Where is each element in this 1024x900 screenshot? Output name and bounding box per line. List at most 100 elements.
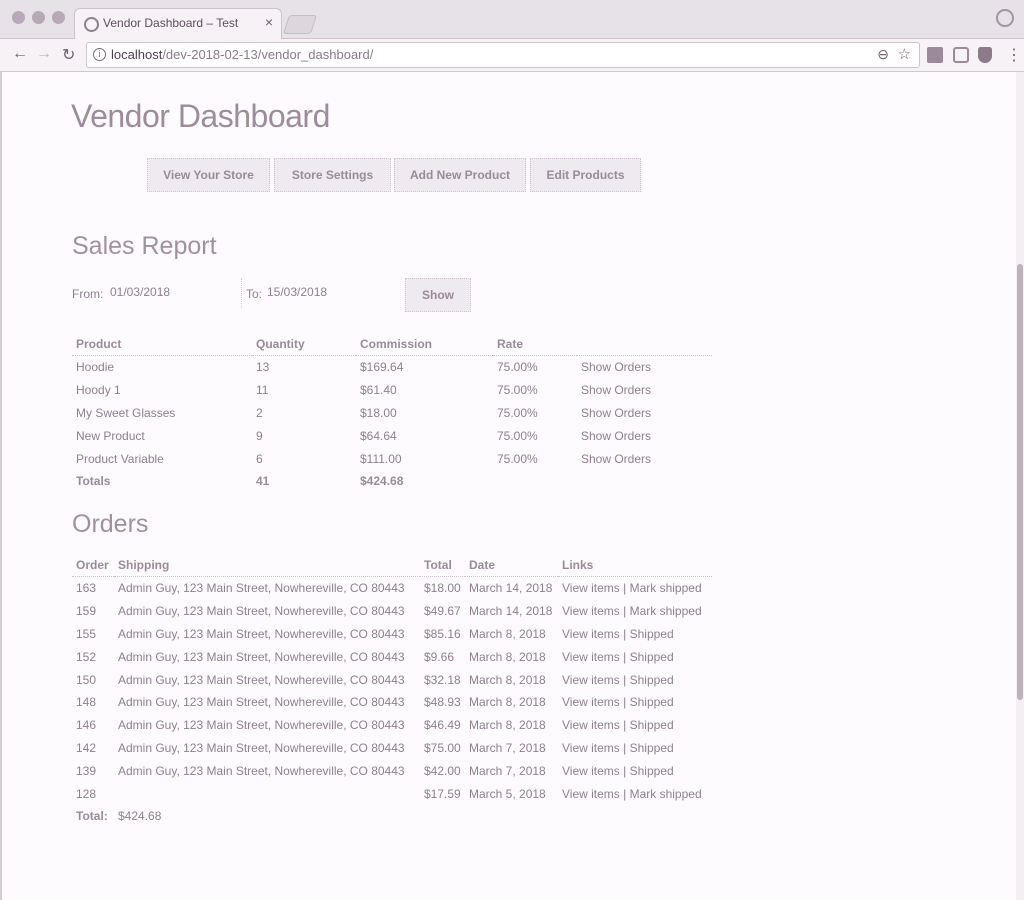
shield-icon[interactable] bbox=[978, 47, 992, 63]
from-date-field: From: bbox=[72, 278, 232, 308]
scrollbar[interactable] bbox=[1016, 72, 1024, 900]
totals-commission: $424.68 bbox=[360, 474, 404, 489]
order-number: 159 bbox=[76, 604, 97, 619]
table-row: 155 Admin Guy, 123 Main Street, Nowherev… bbox=[72, 623, 712, 646]
mark-shipped-link[interactable]: Mark shipped bbox=[630, 581, 702, 595]
shipped-status: Shipped bbox=[629, 718, 674, 733]
order-total: $49.67 bbox=[424, 604, 461, 619]
view-items-link[interactable]: View items bbox=[562, 695, 620, 709]
view-items-link[interactable]: View items bbox=[562, 673, 620, 687]
shipping-address: Admin Guy, 123 Main Street, Nowhereville… bbox=[118, 740, 405, 755]
tab-close-icon[interactable]: × bbox=[265, 14, 273, 30]
shipping-address: Admin Guy, 123 Main Street, Nowhereville… bbox=[118, 695, 405, 710]
order-date: March 5, 2018 bbox=[469, 786, 546, 801]
extension-icon[interactable] bbox=[927, 47, 943, 63]
shipped-status: Shipped bbox=[629, 740, 674, 755]
store-settings-button[interactable]: Store Settings bbox=[274, 158, 391, 192]
quantity-cell: 13 bbox=[256, 360, 270, 375]
profile-icon[interactable] bbox=[996, 9, 1014, 27]
rate-cell: 75.00% bbox=[497, 360, 538, 375]
minimize-window-button[interactable] bbox=[32, 11, 45, 24]
close-window-button[interactable] bbox=[12, 11, 25, 24]
scrollbar-thumb[interactable] bbox=[1017, 264, 1023, 700]
zoom-icon[interactable]: ⊖ bbox=[877, 46, 889, 63]
new-tab-button[interactable] bbox=[282, 15, 318, 34]
commission-cell: $111.00 bbox=[360, 451, 402, 466]
totals-row: Total: $424.68 bbox=[72, 805, 712, 828]
translate-icon[interactable] bbox=[953, 47, 969, 63]
forward-icon[interactable]: → bbox=[36, 45, 52, 63]
link-separator: | bbox=[619, 649, 630, 664]
add-new-product-button[interactable]: Add New Product bbox=[394, 158, 526, 192]
from-date-input[interactable] bbox=[110, 282, 220, 302]
show-orders-link[interactable]: Show Orders bbox=[581, 452, 651, 466]
order-total: $42.00 bbox=[424, 763, 461, 778]
view-store-button[interactable]: View Your Store bbox=[147, 158, 270, 192]
link-separator: | bbox=[619, 626, 630, 641]
table-row: 142 Admin Guy, 123 Main Street, Nowherev… bbox=[72, 737, 712, 760]
order-total: $46.49 bbox=[424, 718, 461, 733]
info-icon[interactable]: i bbox=[93, 48, 106, 61]
view-items-link[interactable]: View items bbox=[562, 581, 620, 595]
commission-cell: $64.64 bbox=[360, 428, 397, 443]
product-name: New Product bbox=[76, 428, 145, 443]
order-total: $48.93 bbox=[424, 695, 461, 710]
order-date: March 8, 2018 bbox=[469, 718, 546, 733]
browser-tab-strip: Vendor Dashboard – Test × bbox=[0, 0, 1024, 40]
bookmark-star-icon[interactable]: ☆ bbox=[898, 45, 911, 63]
show-orders-link[interactable]: Show Orders bbox=[581, 383, 651, 397]
quantity-cell: 2 bbox=[256, 405, 263, 420]
table-row: 148 Admin Guy, 123 Main Street, Nowherev… bbox=[72, 691, 712, 714]
product-name: Hoody 1 bbox=[76, 383, 121, 398]
table-row: 128 $17.59 March 5, 2018 View items | Ma… bbox=[72, 782, 712, 805]
order-date: March 8, 2018 bbox=[469, 672, 546, 687]
shipping-address: Admin Guy, 123 Main Street, Nowhereville… bbox=[118, 763, 405, 778]
order-date: March 14, 2018 bbox=[469, 581, 553, 596]
view-items-link[interactable]: View items bbox=[562, 764, 620, 778]
view-items-link[interactable]: View items bbox=[562, 604, 620, 618]
view-items-link[interactable]: View items bbox=[562, 627, 620, 641]
url-text: localhost/dev-2018-02-13/vendor_dashboar… bbox=[111, 47, 373, 62]
reload-icon[interactable]: ↻ bbox=[62, 45, 75, 65]
url-path: /dev-2018-02-13/vendor_dashboard/ bbox=[162, 47, 374, 62]
back-icon[interactable]: ← bbox=[12, 45, 28, 63]
shipped-status: Shipped bbox=[629, 763, 674, 778]
view-items-link[interactable]: View items bbox=[562, 650, 620, 664]
zoom-window-button[interactable] bbox=[52, 11, 65, 24]
rate-cell: 75.00% bbox=[497, 451, 538, 466]
show-orders-link[interactable]: Show Orders bbox=[581, 429, 651, 443]
show-button[interactable]: Show bbox=[405, 278, 471, 312]
to-date-input[interactable] bbox=[267, 282, 377, 302]
favicon-icon bbox=[84, 17, 99, 32]
view-items-link[interactable]: View items bbox=[562, 787, 620, 801]
address-bar[interactable]: i localhost/dev-2018-02-13/vendor_dashbo… bbox=[86, 42, 920, 68]
order-date: March 8, 2018 bbox=[469, 695, 546, 710]
quantity-cell: 11 bbox=[256, 383, 269, 398]
show-orders-link[interactable]: Show Orders bbox=[581, 406, 651, 420]
view-items-link[interactable]: View items bbox=[562, 741, 620, 755]
order-date: March 8, 2018 bbox=[469, 626, 546, 641]
table-row: 139 Admin Guy, 123 Main Street, Nowherev… bbox=[72, 759, 712, 782]
column-header: Quantity bbox=[252, 333, 356, 356]
show-orders-link[interactable]: Show Orders bbox=[581, 360, 651, 374]
menu-icon[interactable]: ⋮ bbox=[1006, 45, 1022, 65]
link-separator: | bbox=[619, 740, 630, 755]
link-separator: | bbox=[619, 581, 630, 596]
order-number: 150 bbox=[76, 672, 97, 687]
total-label: Total: bbox=[76, 809, 108, 824]
table-row: 150 Admin Guy, 123 Main Street, Nowherev… bbox=[72, 668, 712, 691]
mark-shipped-link[interactable]: Mark shipped bbox=[630, 604, 702, 618]
browser-tab[interactable]: Vendor Dashboard – Test × bbox=[74, 8, 282, 40]
edit-products-button[interactable]: Edit Products bbox=[530, 158, 641, 192]
shipping-address bbox=[114, 782, 420, 805]
shipping-address: Admin Guy, 123 Main Street, Nowhereville… bbox=[118, 649, 405, 664]
table-header-row: Order Shipping Total Date Links bbox=[72, 554, 712, 577]
link-separator: | bbox=[619, 718, 630, 733]
table-row: 146 Admin Guy, 123 Main Street, Nowherev… bbox=[72, 714, 712, 737]
tab-title: Vendor Dashboard – Test bbox=[103, 16, 239, 30]
page-title: Vendor Dashboard bbox=[71, 98, 330, 134]
window-edge bbox=[0, 72, 2, 900]
mark-shipped-link[interactable]: Mark shipped bbox=[630, 787, 702, 801]
view-items-link[interactable]: View items bbox=[562, 718, 620, 732]
column-header: Order bbox=[72, 554, 114, 577]
